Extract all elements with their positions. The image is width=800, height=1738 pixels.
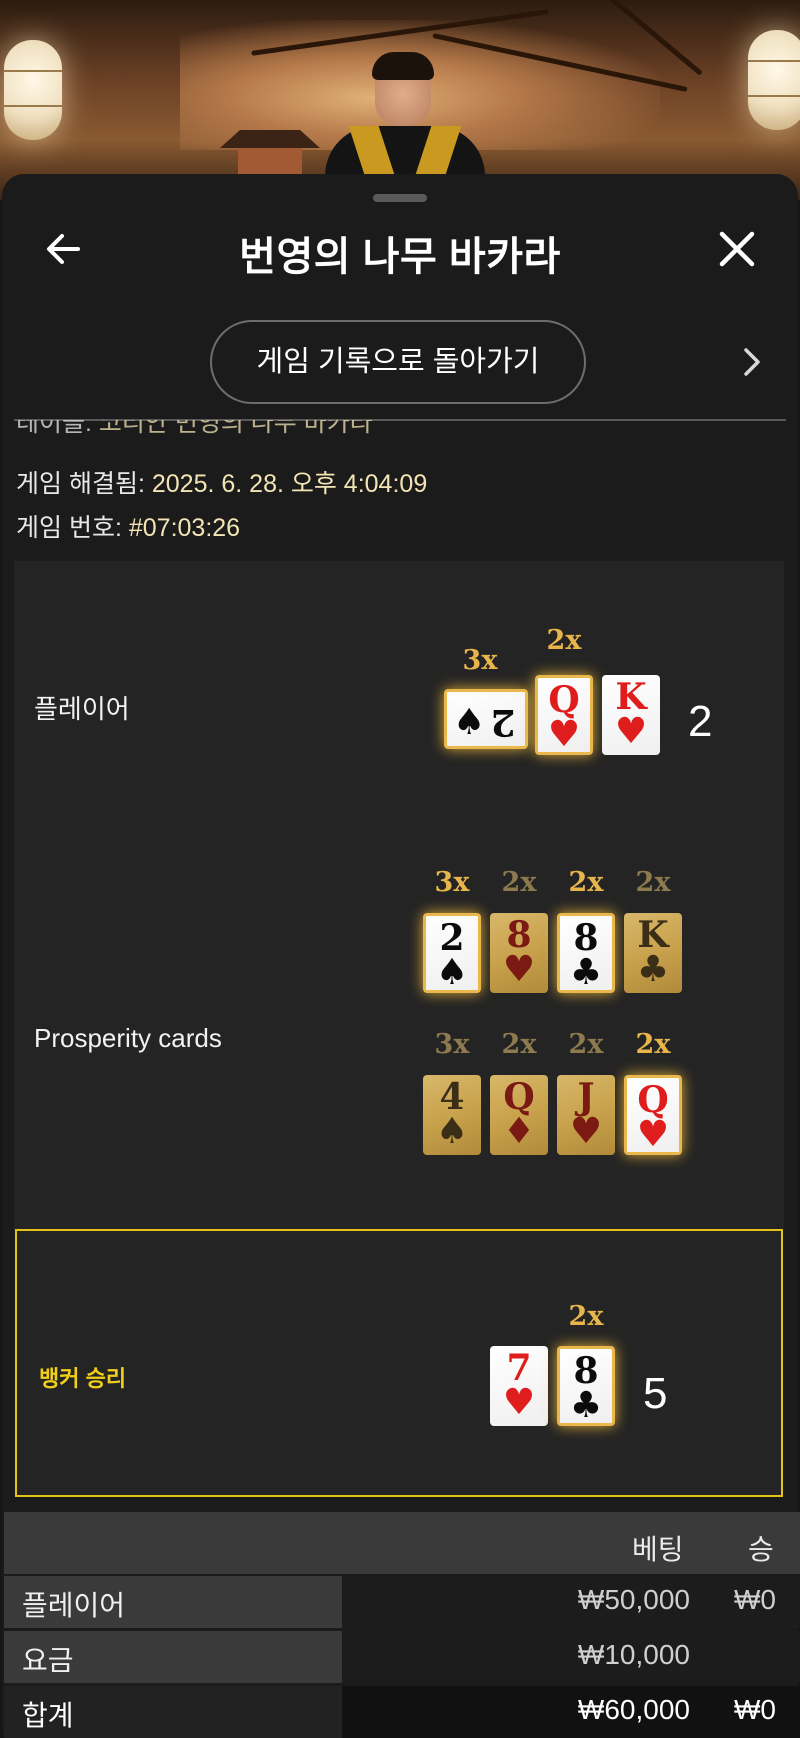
card-suit: ♠	[453, 701, 486, 743]
bet-amount: ₩10,000	[577, 1639, 690, 1670]
card-suit: ♣	[636, 948, 670, 990]
banker-card-2-multiplier: 2x	[568, 1301, 604, 1332]
back-to-history-button[interactable]: 게임 기록으로 돌아가기	[210, 320, 586, 404]
card-suit: ♠	[435, 1110, 469, 1152]
info-table-label: 테이블:	[16, 420, 92, 437]
sheet-header: 번영의 나무 바카라	[2, 214, 798, 284]
info-resolved-value: 2025. 6. 28. 오후 4:04:09	[151, 470, 428, 498]
card-suit: ♥	[502, 948, 536, 990]
player-card-1-multiplier: 3x	[462, 645, 498, 676]
card-rank: 2	[490, 701, 516, 743]
banker-card-2: 8 ♣	[557, 1346, 615, 1426]
player-card-2-multiplier: 2x	[546, 625, 582, 656]
dealer-hair	[372, 52, 434, 80]
close-icon	[719, 231, 755, 267]
bet-name: 요금	[22, 1645, 74, 1676]
card-suit: ♠	[435, 951, 469, 993]
table-row-total: 합계 ₩60,000 ₩0	[4, 1686, 800, 1738]
total-bet-amount: ₩60,000	[577, 1694, 690, 1725]
game-result-panel: 플레이어 3x 2 ♠ 2x Q ♥ K ♥ 2 Prosperity card…	[14, 561, 784, 1229]
prosperity-r1-c1: 2 ♠	[423, 913, 481, 993]
player-label: 플레이어	[34, 694, 130, 724]
prosperity-r1-c2-multiplier: 2x	[501, 867, 537, 898]
prosperity-r2-c3: J ♥	[557, 1075, 615, 1155]
page-title: 번영의 나무 바카라	[239, 235, 561, 279]
win-amount: ₩0	[734, 1584, 776, 1615]
column-header-bet: 베팅	[632, 1534, 684, 1565]
bet-name-cell: 요금	[4, 1631, 342, 1683]
prosperity-r1-c2: 8 ♥	[490, 913, 548, 993]
prosperity-r1-c4: K ♣	[624, 913, 682, 993]
info-table-value: 코리안 번영의 나무 바카라	[98, 420, 373, 437]
card-suit: ♣	[569, 1384, 603, 1426]
bet-name: 플레이어	[22, 1590, 126, 1621]
prosperity-r2-c1: 4 ♠	[423, 1075, 481, 1155]
close-button[interactable]	[710, 222, 764, 276]
prosperity-r2-c2: Q ♦	[490, 1075, 548, 1155]
player-card-1: 2 ♠	[444, 689, 528, 749]
player-card-2: Q ♥	[535, 675, 593, 755]
card-suit: ♥	[502, 1381, 536, 1423]
live-video-stream	[0, 0, 800, 200]
prosperity-r1-c4-multiplier: 2x	[635, 867, 671, 898]
prosperity-r2-c4-multiplier: 2x	[635, 1029, 671, 1060]
prosperity-r2-c4: Q ♥	[624, 1075, 682, 1155]
info-table: 테이블: 코리안 번영의 나무 바카라	[16, 420, 373, 448]
banker-score: 5	[643, 1369, 668, 1418]
bet-name-cell: 플레이어	[4, 1576, 342, 1628]
info-resolved-label: 게임 해결됨:	[16, 470, 145, 498]
banker-card-1: 7 ♥	[490, 1346, 548, 1426]
banker-result-panel: 뱅커 승리 7 ♥ 2x 8 ♣ 5	[15, 1229, 783, 1497]
card-suit: ♥	[614, 710, 648, 752]
player-score: 2	[688, 697, 713, 746]
info-number-value: #07:03:26	[128, 514, 241, 542]
chevron-right-icon	[744, 348, 760, 376]
prosperity-r2-c1-multiplier: 3x	[434, 1029, 470, 1060]
drag-handle[interactable]	[373, 194, 427, 202]
table-row: 요금 ₩10,000	[4, 1631, 800, 1683]
banker-win-label: 뱅커 승리	[39, 1366, 127, 1391]
bet-name-cell: 합계	[4, 1686, 342, 1738]
prosperity-label: Prosperity cards	[34, 1023, 222, 1053]
prosperity-r1-c3-multiplier: 2x	[568, 867, 604, 898]
total-win-amount: ₩0	[734, 1694, 776, 1725]
table-row: 플레이어 ₩50,000 ₩0	[4, 1576, 800, 1628]
info-number: 게임 번호: #07:03:26	[16, 508, 240, 544]
pagoda-image	[220, 130, 320, 180]
next-game-button[interactable]	[736, 344, 768, 380]
lantern-right-image	[748, 30, 800, 130]
card-suit: ♥	[636, 1113, 670, 1155]
player-card-3: K ♥	[602, 675, 660, 755]
card-suit: ♣	[569, 951, 603, 993]
card-suit: ♥	[547, 713, 581, 755]
prosperity-r1-c1-multiplier: 3x	[434, 867, 470, 898]
prosperity-r2-c3-multiplier: 2x	[568, 1029, 604, 1060]
column-header-win: 승	[748, 1534, 774, 1565]
prosperity-r1-c3: 8 ♣	[557, 913, 615, 993]
info-number-label: 게임 번호:	[16, 514, 122, 542]
bet-amount: ₩50,000	[577, 1584, 690, 1615]
card-suit: ♥	[569, 1110, 603, 1152]
card-suit: ♦	[502, 1110, 536, 1152]
prosperity-r2-c2-multiplier: 2x	[501, 1029, 537, 1060]
lantern-left-image	[4, 40, 62, 140]
bet-table-header: 베팅 승	[4, 1512, 800, 1574]
total-label: 합계	[22, 1700, 74, 1731]
info-resolved: 게임 해결됨: 2025. 6. 28. 오후 4:04:09	[16, 464, 427, 500]
